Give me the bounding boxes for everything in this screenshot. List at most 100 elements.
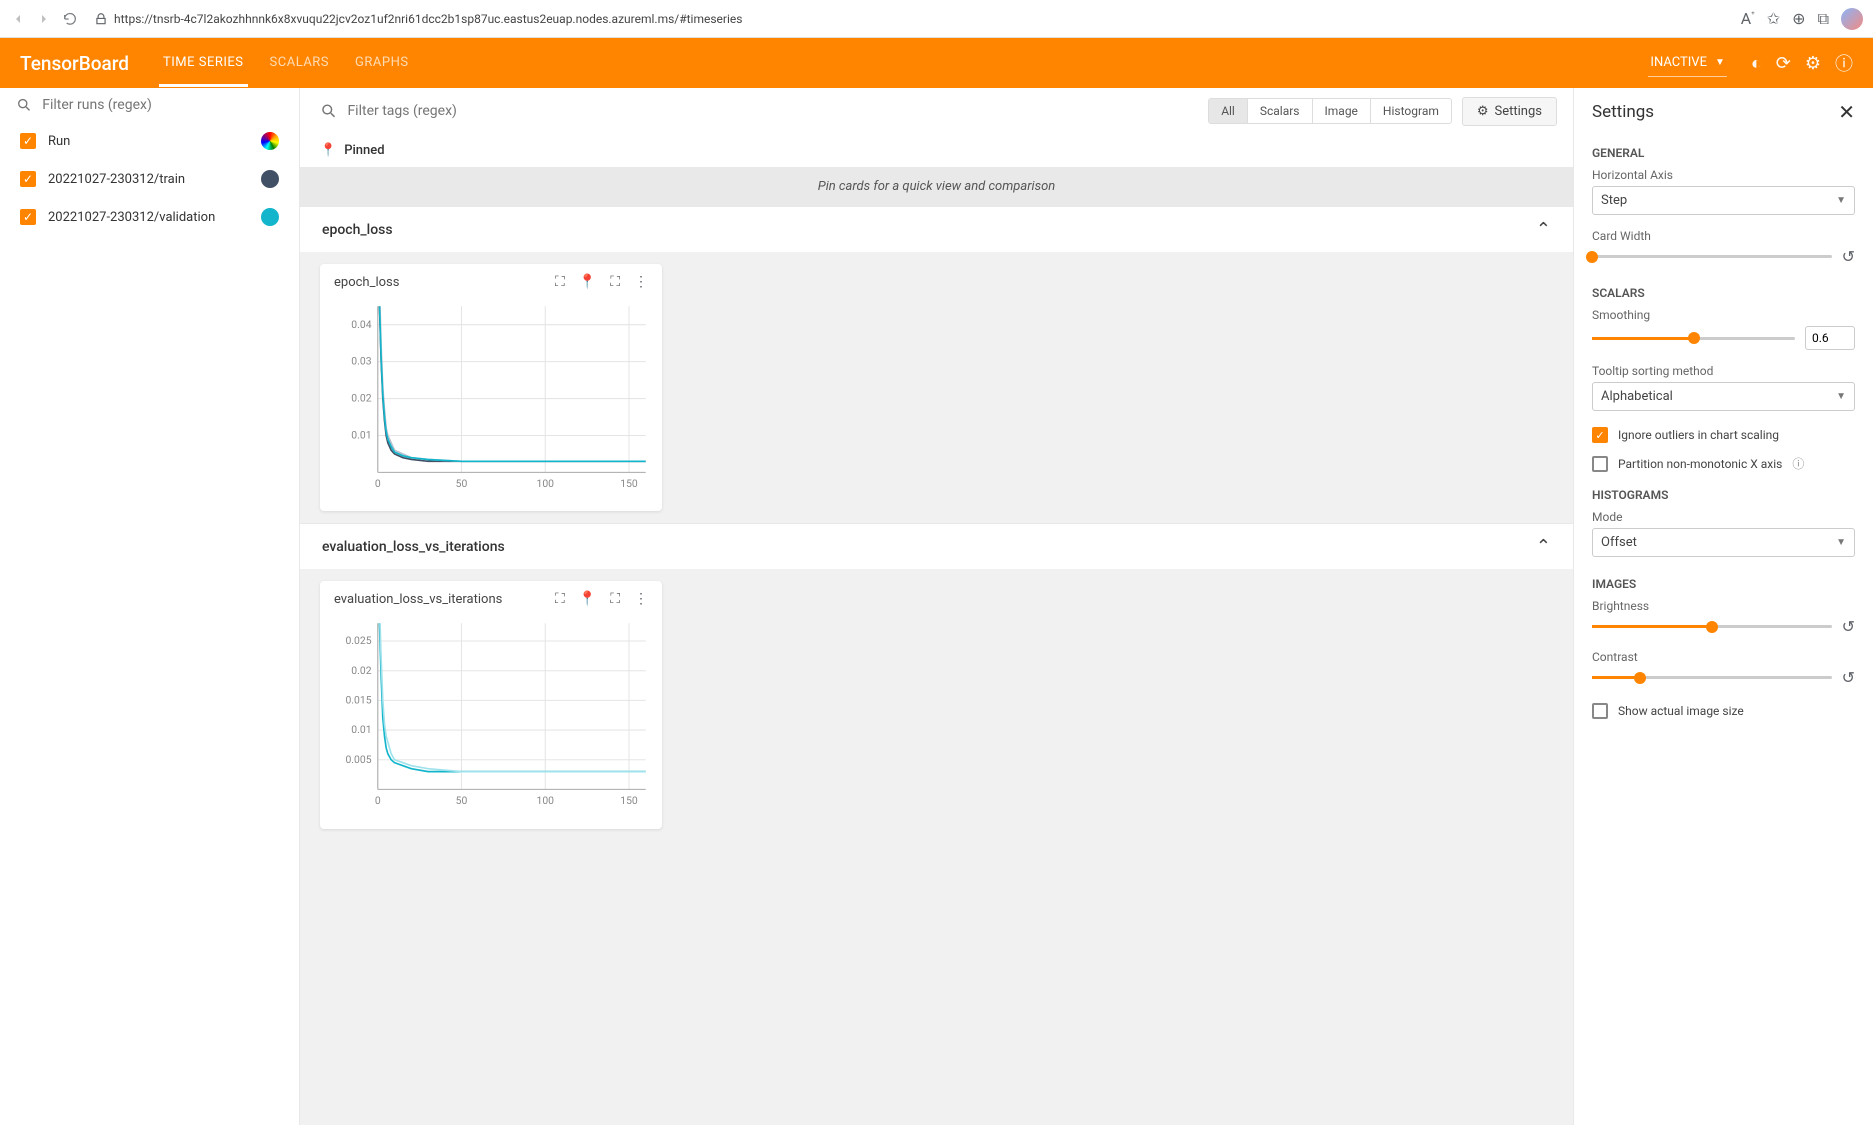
run-checkbox[interactable]: ✓ bbox=[20, 171, 36, 187]
fullscreen-icon[interactable]: ⛶ bbox=[610, 591, 620, 607]
refresh-icon[interactable] bbox=[62, 11, 78, 27]
horizontal-axis-label: Horizontal Axis bbox=[1592, 168, 1855, 182]
color-dot[interactable] bbox=[261, 170, 279, 188]
chevron-up-icon[interactable]: ⌃ bbox=[1536, 219, 1551, 240]
gear-icon[interactable]: ⚙ bbox=[1805, 53, 1821, 74]
chevron-up-icon[interactable]: ⌃ bbox=[1536, 536, 1551, 557]
run-row[interactable]: ✓ Run bbox=[0, 122, 299, 160]
mode-select[interactable]: Offset ▼ bbox=[1592, 528, 1855, 557]
brightness-slider[interactable] bbox=[1592, 625, 1832, 628]
text-size-icon[interactable]: A⁺ bbox=[1741, 9, 1755, 28]
view-histogram[interactable]: Histogram bbox=[1371, 99, 1451, 123]
extensions-icon[interactable]: ⧉ bbox=[1818, 9, 1829, 29]
chevron-down-icon: ▼ bbox=[1836, 391, 1846, 402]
chart-series bbox=[378, 617, 646, 772]
back-icon[interactable] bbox=[10, 11, 26, 27]
x-tick-label: 50 bbox=[456, 794, 468, 807]
fullscreen-icon[interactable]: ⛶ bbox=[610, 274, 620, 290]
section-title: epoch_loss bbox=[322, 222, 393, 238]
run-all-checkbox[interactable]: ✓ bbox=[20, 133, 36, 149]
cards-area: epoch_loss⛶📍⛶⋮0.010.020.030.04050100150 bbox=[300, 252, 1573, 523]
run-name: 20221027-230312/validation bbox=[48, 210, 215, 225]
partition-x-checkbox[interactable] bbox=[1592, 456, 1608, 472]
collections-icon[interactable]: ⊕ bbox=[1792, 9, 1805, 28]
reset-icon[interactable]: ↺ bbox=[1842, 668, 1855, 687]
scalar-card: evaluation_loss_vs_iterations ⛶ 📍 ⛶ ⋮ 0.005 0.… bbox=[320, 581, 662, 828]
view-selector: AllScalarsImageHistogram bbox=[1208, 98, 1452, 124]
smoothing-input[interactable] bbox=[1805, 326, 1855, 350]
pinned-header: 📍 Pinned bbox=[300, 134, 1573, 167]
url-text: https://tnsrb-4c7l2akozhhnnk6x8xvuqu22jc… bbox=[114, 12, 742, 26]
pin-hint: Pin cards for a quick view and compariso… bbox=[300, 167, 1573, 206]
tooltip-sort-select[interactable]: Alphabetical ▼ bbox=[1592, 382, 1855, 411]
fit-icon[interactable]: ⛶ bbox=[555, 274, 565, 290]
y-tick-label: 0.005 bbox=[345, 753, 371, 766]
card-width-slider[interactable] bbox=[1592, 255, 1832, 258]
filter-tags-input[interactable] bbox=[347, 103, 1192, 119]
favorite-icon[interactable]: ✩ bbox=[1767, 9, 1780, 28]
ignore-outliers-checkbox[interactable]: ✓ bbox=[1592, 427, 1608, 443]
tab-scalars[interactable]: SCALARS bbox=[266, 39, 334, 87]
tab-time-series[interactable]: TIME SERIES bbox=[159, 39, 248, 87]
color-dot[interactable] bbox=[261, 132, 279, 150]
lock-icon bbox=[94, 12, 108, 26]
y-tick-label: 0.04 bbox=[351, 318, 371, 331]
y-tick-label: 0.02 bbox=[351, 664, 371, 677]
reset-icon[interactable]: ↺ bbox=[1842, 247, 1855, 266]
status-dropdown[interactable]: INACTIVE ▼ bbox=[1648, 49, 1726, 77]
card-title: evaluation_loss_vs_iterations bbox=[334, 592, 547, 607]
filter-runs-input[interactable] bbox=[42, 97, 283, 113]
settings-panel: Settings ✕ GENERAL Horizontal Axis Step … bbox=[1573, 88, 1873, 1125]
main-panel: AllScalarsImageHistogram ⚙ Settings 📍 Pi… bbox=[300, 88, 1573, 1125]
contrast-slider[interactable] bbox=[1592, 676, 1832, 679]
fit-icon[interactable]: ⛶ bbox=[555, 591, 565, 607]
x-tick-label: 100 bbox=[537, 794, 555, 807]
more-icon[interactable]: ⋮ bbox=[634, 591, 648, 607]
y-tick-label: 0.025 bbox=[345, 634, 371, 647]
gear-icon: ⚙ bbox=[1477, 104, 1489, 119]
url-bar[interactable]: https://tnsrb-4c7l2akozhhnnk6x8xvuqu22jc… bbox=[88, 12, 1731, 26]
section-header[interactable]: evaluation_loss_vs_iterations ⌃ bbox=[300, 523, 1573, 569]
browser-right-controls: A⁺ ✩ ⊕ ⧉ bbox=[1741, 8, 1863, 30]
reload-icon[interactable]: ⟳ bbox=[1776, 53, 1791, 74]
settings-button[interactable]: ⚙ Settings bbox=[1462, 97, 1557, 126]
view-scalars[interactable]: Scalars bbox=[1248, 99, 1313, 123]
card-width-label: Card Width bbox=[1592, 229, 1855, 243]
tensorboard-header: TensorBoard TIME SERIESSCALARSGRAPHS INA… bbox=[0, 38, 1873, 88]
chevron-down-icon: ▼ bbox=[1836, 195, 1846, 206]
reset-icon[interactable]: ↺ bbox=[1842, 617, 1855, 636]
histograms-heading: HISTOGRAMS bbox=[1574, 478, 1873, 506]
section-header[interactable]: epoch_loss ⌃ bbox=[300, 206, 1573, 252]
x-tick-label: 0 bbox=[375, 477, 381, 490]
run-name: Run bbox=[48, 134, 70, 149]
card-title: epoch_loss bbox=[334, 275, 547, 290]
pin-icon: 📍 bbox=[320, 143, 336, 158]
smoothing-slider[interactable] bbox=[1592, 337, 1795, 340]
color-dot[interactable] bbox=[261, 208, 279, 226]
run-checkbox[interactable]: ✓ bbox=[20, 209, 36, 225]
pin-icon[interactable]: 📍 bbox=[579, 591, 596, 607]
run-row[interactable]: ✓20221027-230312/train bbox=[0, 160, 299, 198]
horizontal-axis-select[interactable]: Step ▼ bbox=[1592, 186, 1855, 215]
close-icon[interactable]: ✕ bbox=[1838, 100, 1855, 124]
theme-icon[interactable]: ◐ bbox=[1751, 53, 1762, 74]
help-icon[interactable]: ⓘ bbox=[1835, 50, 1853, 76]
horizontal-axis-value: Step bbox=[1601, 193, 1627, 208]
run-row[interactable]: ✓ 20221027-230312/validation bbox=[0, 198, 299, 236]
view-all[interactable]: All bbox=[1209, 99, 1248, 123]
forward-icon bbox=[36, 11, 52, 27]
view-image[interactable]: Image bbox=[1313, 99, 1371, 123]
x-tick-label: 50 bbox=[456, 477, 468, 490]
tab-graphs[interactable]: GRAPHS bbox=[351, 39, 413, 87]
more-icon[interactable]: ⋮ bbox=[634, 274, 648, 290]
pin-icon[interactable]: 📍 bbox=[579, 274, 596, 290]
section-title: evaluation_loss_vs_iterations bbox=[322, 539, 505, 555]
chevron-down-icon: ▼ bbox=[1836, 537, 1846, 548]
show-actual-checkbox[interactable] bbox=[1592, 703, 1608, 719]
y-tick-label: 0.015 bbox=[345, 694, 371, 707]
show-actual-label: Show actual image size bbox=[1618, 704, 1744, 718]
x-tick-label: 100 bbox=[537, 477, 555, 490]
help-icon[interactable]: ⓘ bbox=[1792, 455, 1804, 472]
settings-title: Settings bbox=[1592, 102, 1654, 122]
avatar[interactable] bbox=[1841, 8, 1863, 30]
